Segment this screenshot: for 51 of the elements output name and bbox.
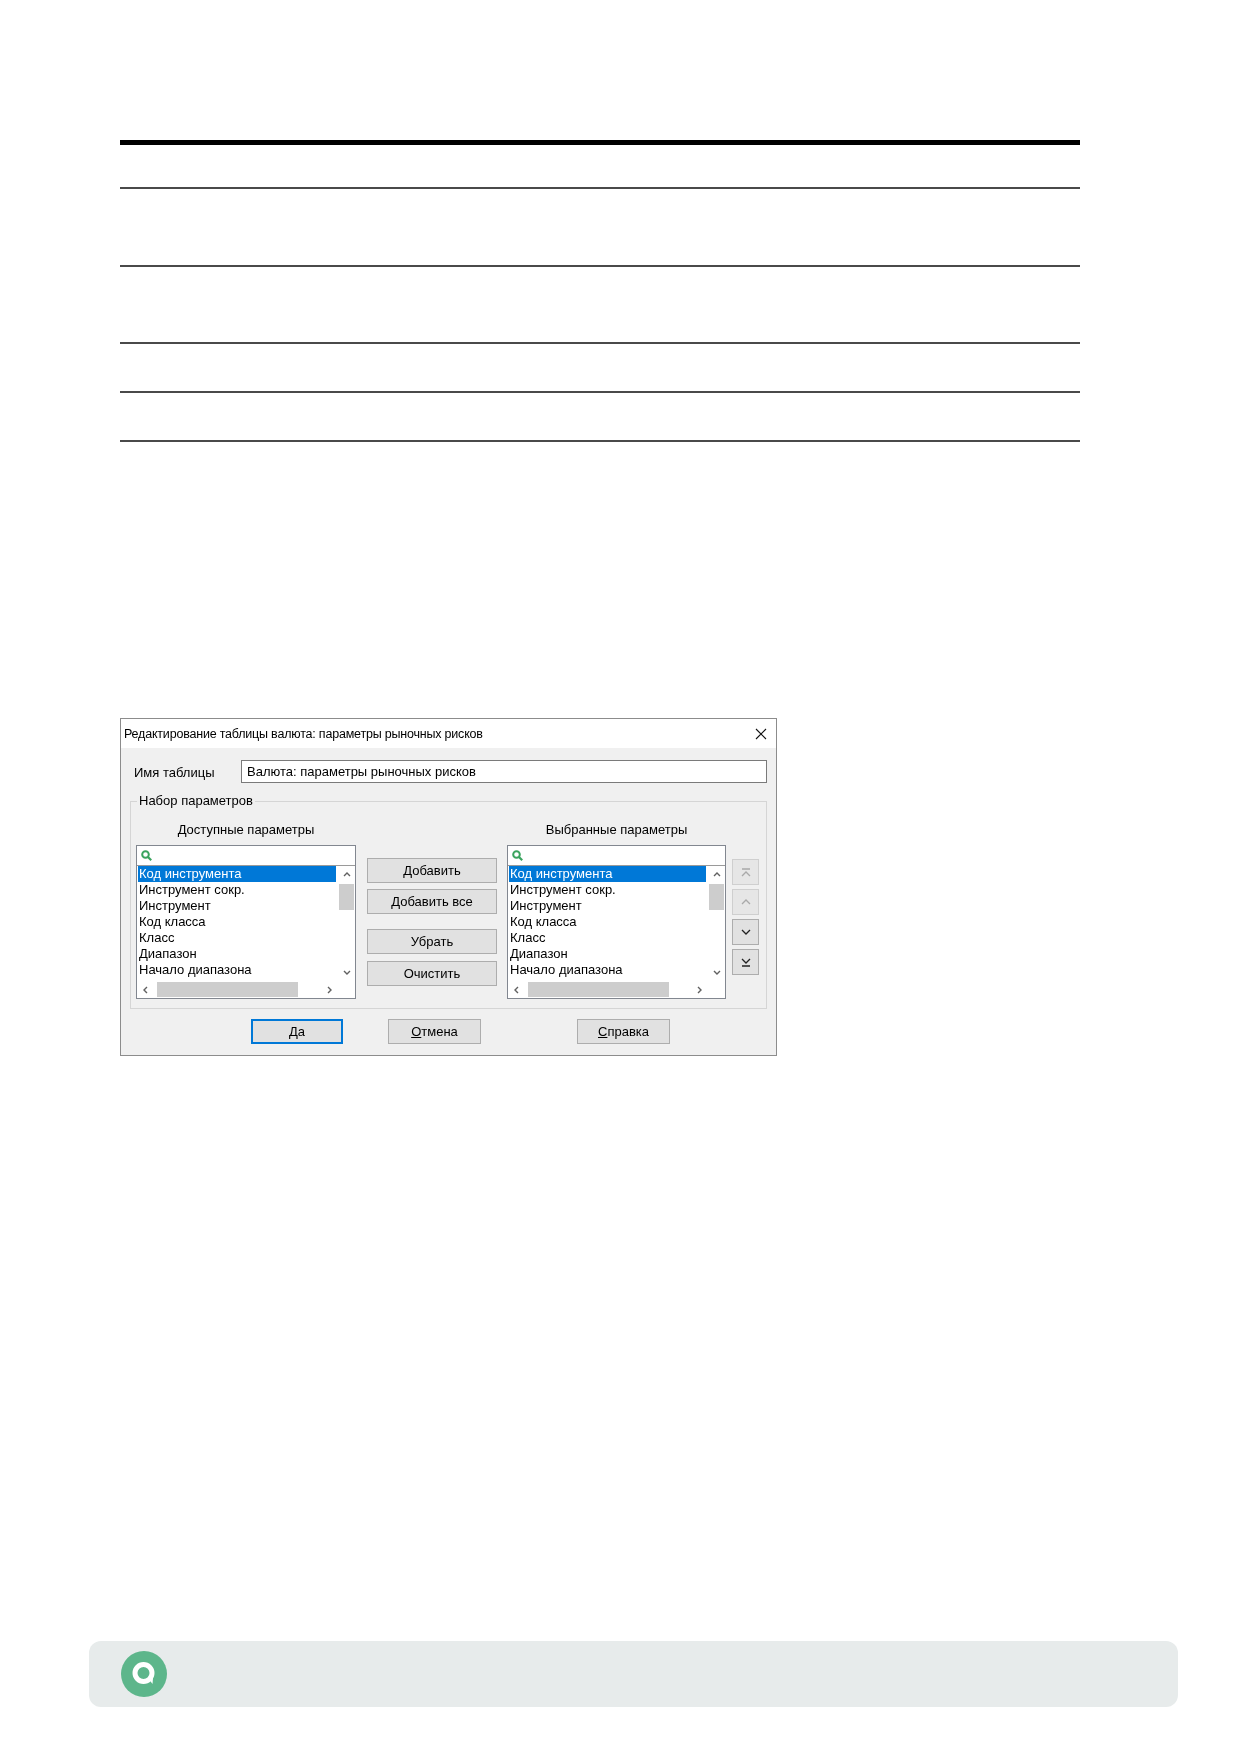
- list-item[interactable]: Инструмент сокр.: [138, 882, 336, 898]
- list-item[interactable]: Код инструмента: [138, 866, 336, 882]
- search-icon: [512, 850, 523, 861]
- table-name-field[interactable]: Валюта: параметры рыночных рисков: [241, 760, 767, 783]
- clear-button[interactable]: Очистить: [367, 961, 497, 986]
- list-item[interactable]: Код инструмента: [509, 866, 706, 882]
- scroll-up-icon: [712, 872, 721, 877]
- list-item[interactable]: Начало диапазона: [509, 962, 706, 978]
- list-item[interactable]: Инструмент сокр.: [509, 882, 706, 898]
- ok-button[interactable]: Да: [251, 1019, 343, 1044]
- move-down-button[interactable]: [732, 919, 759, 945]
- bar-chevron-up-icon: [740, 867, 751, 877]
- list-item[interactable]: Класс: [138, 930, 336, 946]
- scroll-left-icon: [143, 985, 148, 994]
- scrollbar-thumb[interactable]: [339, 884, 354, 910]
- scroll-down-icon: [712, 970, 721, 975]
- list-item[interactable]: Инструмент: [138, 898, 336, 914]
- list-item[interactable]: Диапазон: [138, 946, 336, 962]
- list-item[interactable]: Диапазон: [509, 946, 706, 962]
- search-icon: [141, 850, 152, 861]
- logo-icon: [121, 1651, 167, 1697]
- scroll-up-icon: [342, 872, 351, 877]
- scroll-right-icon: [697, 985, 702, 994]
- scroll-left-icon: [514, 985, 519, 994]
- remove-button[interactable]: Убрать: [367, 929, 497, 954]
- scrollbar-thumb[interactable]: [709, 884, 724, 910]
- list-item[interactable]: Инструмент: [509, 898, 706, 914]
- parameter-list[interactable]: Код инструмента Инструмент сокр. Инструмент Код класса Класс Диапазон Начало диапазона: [136, 845, 356, 999]
- scroll-down-icon: [342, 970, 351, 975]
- list-item[interactable]: Код класса: [138, 914, 336, 930]
- scrollbar-thumb[interactable]: [528, 982, 669, 997]
- window-title: Редактирование таблицы валюта: параметры рыночных рисков: [124, 726, 483, 741]
- scrollbar-thumb[interactable]: [157, 982, 298, 997]
- close-icon[interactable]: [755, 727, 767, 740]
- cancel-button[interactable]: Отмена: [388, 1019, 481, 1044]
- help-button[interactable]: Справка: [577, 1019, 670, 1044]
- add-button[interactable]: Добавить: [367, 858, 497, 883]
- scroll-right-icon: [327, 985, 332, 994]
- list-heading: Выбранные параметры: [545, 822, 688, 837]
- list-item[interactable]: Класс: [509, 930, 706, 946]
- list-heading: Доступные параметры: [177, 822, 315, 837]
- move-to-bottom-button[interactable]: [732, 949, 759, 975]
- list-item[interactable]: Код класса: [509, 914, 706, 930]
- chevron-down-icon: [740, 929, 751, 935]
- list-item[interactable]: Начало диапазона: [138, 962, 336, 978]
- field-label: Имя таблицы: [134, 764, 215, 780]
- group-title: Набор параметров: [137, 793, 255, 809]
- chevron-up-icon: [740, 899, 751, 905]
- add-all-button[interactable]: Добавить все: [367, 889, 497, 914]
- parameter-list[interactable]: Код инструмента Инструмент сокр. Инструмент Код класса Класс Диапазон Начало диапазона: [507, 845, 726, 999]
- chevron-bar-down-icon: [740, 957, 751, 967]
